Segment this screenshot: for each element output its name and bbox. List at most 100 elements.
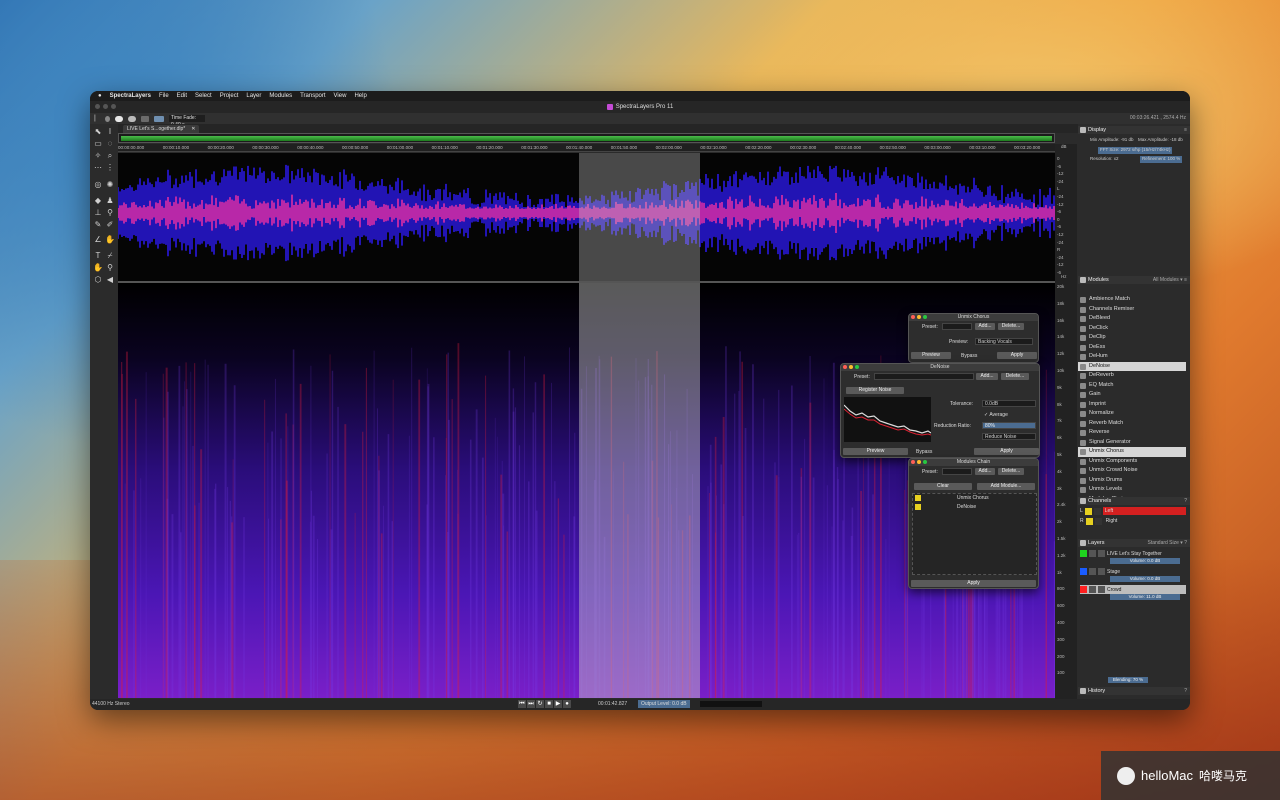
layer-visibility-icon[interactable] (1089, 568, 1096, 575)
module-item[interactable]: DeClick (1078, 324, 1186, 334)
stop-button[interactable]: ■ (545, 700, 553, 708)
channels-header[interactable]: Channels ? (1078, 497, 1190, 505)
minimize-dialog-button[interactable] (849, 365, 853, 369)
zoom-dialog-button[interactable] (923, 315, 927, 319)
output-level[interactable]: Output Level: 0.0 dB (638, 700, 690, 708)
apple-menu-icon[interactable]: ● (98, 93, 102, 99)
select-tool-icon[interactable]: ⬉ (93, 127, 103, 136)
close-dialog-button[interactable] (911, 315, 915, 319)
stamp-tool-icon[interactable]: ⚲ (105, 208, 115, 217)
layer-row-crowd[interactable]: Crowd (1080, 585, 1186, 594)
cursor-mode-icon[interactable]: | (94, 115, 100, 122)
frequency-tool-icon[interactable]: ⋮ (105, 163, 115, 172)
tolerance-field[interactable]: 0.0dB (982, 400, 1036, 407)
solo-toggle[interactable] (1085, 517, 1093, 525)
module-item[interactable]: Imprint (1078, 400, 1186, 410)
blending-slider[interactable]: Blending: 70 % (1108, 677, 1148, 683)
time-fade-icon[interactable] (154, 115, 164, 122)
pencil-tool-icon[interactable]: ∠ (93, 235, 103, 244)
dialog-titlebar[interactable]: Modules Chain (909, 459, 1038, 466)
module-item[interactable]: Unmix Crowd Noise (1078, 466, 1186, 476)
module-item[interactable]: Unmix Levels (1078, 485, 1186, 495)
channels-help-icon[interactable]: ? (1184, 497, 1187, 505)
layer-lock-icon[interactable] (1098, 550, 1105, 557)
layer-volume[interactable]: Volume: 11.0 dB (1110, 594, 1180, 600)
dialog-titlebar[interactable]: Unmix Chorus (909, 314, 1038, 321)
zoom-window-button[interactable] (111, 104, 116, 109)
close-dialog-button[interactable] (843, 365, 847, 369)
minimize-dialog-button[interactable] (917, 315, 921, 319)
zoom-tool-icon[interactable]: ⚲ (105, 263, 115, 272)
layer-visibility-icon[interactable] (1089, 586, 1096, 593)
preset-add-button[interactable]: Add... (975, 468, 995, 475)
zoom-select-tool-icon[interactable]: ⌕ (105, 151, 115, 160)
layer-project-row[interactable]: LIVE Let's Stay Together (1080, 549, 1186, 558)
module-item[interactable]: Ambience Match (1078, 295, 1186, 305)
amplitude-tool-icon[interactable]: ⊥ (93, 208, 103, 217)
loop-button[interactable]: ↻ (536, 700, 544, 708)
go-to-start-button[interactable]: ⏮ (518, 700, 526, 708)
apply-button[interactable]: Apply (974, 448, 1039, 455)
menu-app[interactable]: SpectraLayers (110, 93, 151, 99)
fft-size[interactable]: FFT Size: 2972 s/hp (15/Hz/74kHz) (1098, 147, 1173, 154)
preset-select[interactable] (942, 323, 972, 330)
prev-button[interactable]: ⏭ (527, 700, 535, 708)
solo-toggle[interactable] (1084, 507, 1092, 515)
preset-delete-button[interactable]: Delete... (998, 468, 1024, 475)
chain-item[interactable]: Unmix Chorus (913, 494, 1036, 503)
mute-toggle[interactable] (1093, 507, 1101, 515)
preview-button[interactable]: Preview (911, 352, 951, 359)
preview-select[interactable]: Backing Vocals (975, 338, 1033, 345)
brush-tool-icon[interactable]: ✐ (105, 220, 115, 229)
apply-chain-button[interactable]: Apply (911, 580, 1036, 587)
max-amplitude[interactable]: Max Amplitude: -18 db (1138, 137, 1183, 144)
preset-delete-button[interactable]: Delete... (1001, 373, 1029, 380)
min-amplitude[interactable]: Min Amplitude: -91 db (1090, 137, 1134, 144)
mute-toggle[interactable] (1094, 517, 1102, 525)
menu-layer[interactable]: Layer (246, 93, 261, 99)
zoom-dialog-button[interactable] (923, 460, 927, 464)
layers-header[interactable]: Layers Standard Size ▾ ? (1078, 539, 1190, 547)
history-header[interactable]: History ? (1078, 687, 1190, 695)
chain-enable-toggle[interactable] (915, 504, 921, 510)
panel-menu-icon[interactable]: ≡ (1184, 126, 1187, 134)
menu-modules[interactable]: Modules (269, 93, 292, 99)
module-item[interactable]: Gain (1078, 390, 1186, 400)
module-item[interactable]: DeNoise (1078, 361, 1186, 371)
menu-file[interactable]: File (159, 93, 169, 99)
preview-button[interactable]: Preview (843, 448, 908, 455)
module-item[interactable]: Unmix Components (1078, 457, 1186, 467)
module-item[interactable]: DeHum (1078, 352, 1186, 362)
refinement[interactable]: Refinement: 100 % (1140, 156, 1183, 163)
menu-view[interactable]: View (334, 93, 347, 99)
display-header[interactable]: Display ≡ (1078, 126, 1190, 134)
menu-help[interactable]: Help (354, 93, 366, 99)
pen-tool-icon[interactable]: ✎ (93, 220, 103, 229)
text-tool-icon[interactable]: T (93, 251, 103, 260)
register-noise-button[interactable]: Register Noise (846, 387, 904, 394)
overview-strip[interactable] (118, 133, 1055, 143)
chain-item[interactable]: DeNoise (913, 503, 1036, 512)
time-select-tool-icon[interactable]: I (105, 127, 115, 136)
module-item[interactable]: Reverse (1078, 428, 1186, 438)
hand-tool-icon[interactable]: ✋ (93, 263, 103, 272)
module-item[interactable]: Reverb Match (1078, 419, 1186, 429)
mode-select[interactable]: Reduce Noise (982, 433, 1036, 440)
ratio-slider[interactable]: 80% (982, 422, 1036, 429)
module-item[interactable]: Channels Remixer (1078, 305, 1186, 315)
close-dialog-button[interactable] (911, 460, 915, 464)
eraser-tool-icon[interactable]: ◆ (93, 196, 103, 205)
minimize-dialog-button[interactable] (917, 460, 921, 464)
magic-wand-tool-icon[interactable]: ✧ (93, 151, 103, 160)
preset-select[interactable] (942, 468, 972, 475)
menu-project[interactable]: Project (220, 93, 239, 99)
toggle-pill-3[interactable] (141, 115, 149, 122)
waveform-view[interactable] (118, 153, 1055, 281)
bypass-checkbox[interactable]: Bypass (961, 353, 977, 359)
toggle-pill-1[interactable] (115, 115, 123, 122)
eyedropper-tool-icon[interactable]: ⌿ (105, 251, 115, 260)
channel-row-right[interactable]: R Right (1080, 517, 1186, 525)
chain-enable-toggle[interactable] (915, 495, 921, 501)
module-item[interactable]: DeReverb (1078, 371, 1186, 381)
module-item[interactable]: EQ Match (1078, 381, 1186, 391)
